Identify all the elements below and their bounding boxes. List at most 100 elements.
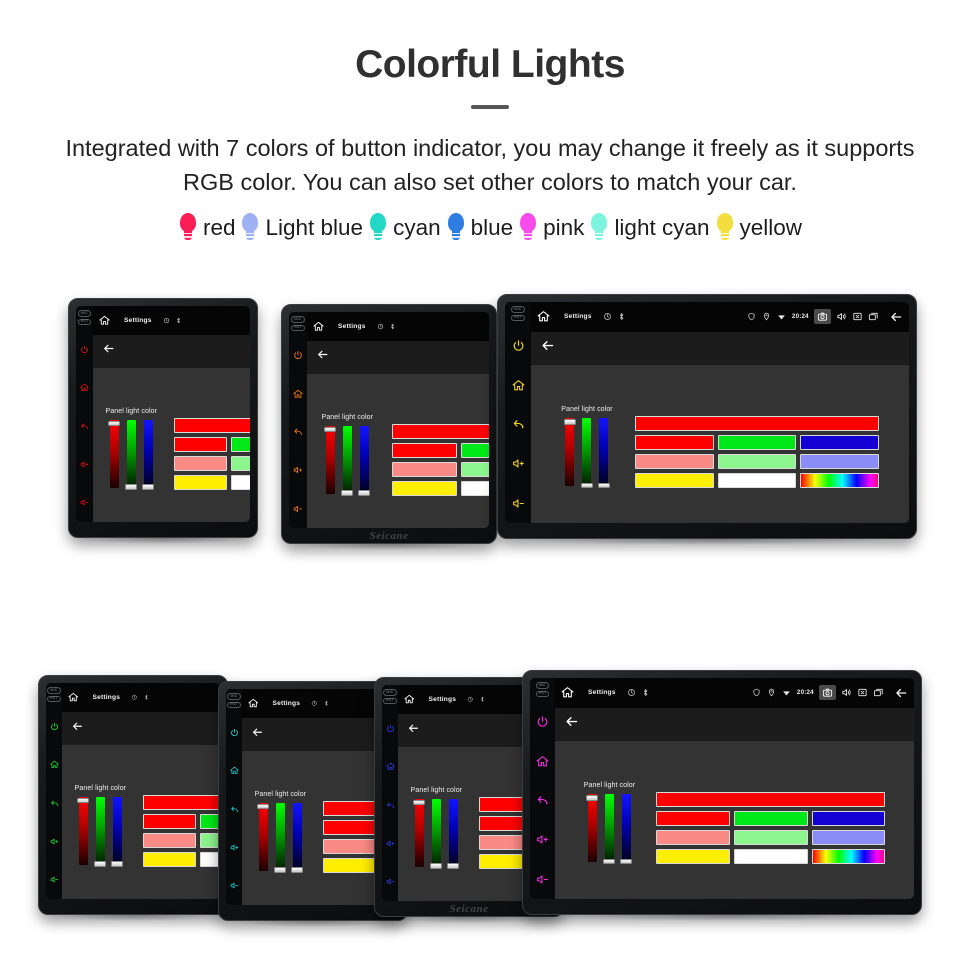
home-icon[interactable] [289,389,307,399]
statusbar-home-icon[interactable] [248,698,259,709]
back-icon[interactable] [226,805,242,814]
swatch-0[interactable] [142,851,197,867]
swatch-2-0[interactable] [656,849,730,865]
back-arrow-icon[interactable] [564,714,579,734]
swatch-0-0[interactable] [656,811,730,827]
volume-up-icon[interactable] [382,839,398,848]
statusbar-home-icon[interactable] [561,686,574,699]
device-green[interactable]: MIC RST Settings Panel light color [38,675,228,921]
slider-thumb-blue[interactable] [447,863,460,869]
recents-icon[interactable] [873,687,884,698]
volume-up-icon[interactable] [46,837,62,846]
volume-down-icon[interactable] [530,873,555,886]
swatch-0-1[interactable] [717,435,797,451]
slider-red[interactable] [108,419,121,488]
volume-down-icon[interactable] [226,881,242,890]
swatch-1[interactable] [460,480,489,496]
swatch-1-2[interactable] [800,454,879,470]
slider-red[interactable] [586,794,599,863]
power-icon[interactable] [46,722,62,731]
slider-thumb-green[interactable] [430,863,443,869]
slider-thumb-red[interactable] [413,799,426,806]
swatch-0[interactable] [173,474,227,490]
slider-thumb-blue[interactable] [142,484,155,490]
volume-down-icon[interactable] [76,498,93,507]
slider-thumb-blue[interactable] [291,867,304,873]
slider-thumb-blue[interactable] [358,490,371,496]
power-icon[interactable] [289,350,307,360]
back-arrow-icon[interactable] [71,719,84,737]
power-icon[interactable] [76,345,93,354]
device-magenta[interactable]: MIC RST Settings 20:24 Panel light color [522,670,922,921]
slider-green[interactable] [274,802,287,873]
slider-thumb-red[interactable] [563,419,576,425]
touchscreen-ui[interactable]: Settings Panel light color [93,306,250,522]
back-arrow-icon[interactable] [251,725,264,743]
back-arrow-icon[interactable] [540,338,555,358]
back-icon[interactable] [46,799,62,808]
swatch-2-0[interactable] [634,473,714,489]
slider-green[interactable] [430,798,443,869]
swatch-0[interactable] [173,436,227,452]
slider-blue[interactable] [358,425,371,496]
swatch-0-2[interactable] [800,435,879,451]
swatch-0-2[interactable] [811,811,886,827]
swatch-2-1[interactable] [733,849,808,865]
swatch-1[interactable] [460,461,489,477]
slider-thumb-green[interactable] [580,482,593,489]
power-icon[interactable] [530,715,555,728]
swatch-1[interactable] [230,436,250,452]
back-icon[interactable] [289,427,307,437]
slider-blue[interactable] [620,794,633,865]
slider-thumb-green[interactable] [94,861,107,867]
slider-red[interactable] [413,798,426,867]
slider-thumb-green[interactable] [603,858,616,865]
statusbar-home-icon[interactable] [99,315,110,326]
swatch-0[interactable] [173,455,227,471]
statusbar-home-icon[interactable] [537,310,550,323]
home-icon[interactable] [505,379,531,392]
swatch-0[interactable] [322,819,377,835]
slider-blue[interactable] [447,798,460,869]
swatch-0[interactable] [142,832,197,848]
device-screen[interactable]: MIC RST Settings 20:24 Panel light color [505,302,909,523]
slider-thumb-blue[interactable] [620,858,633,865]
slider-blue[interactable] [111,796,124,867]
swatch-1-0[interactable] [656,830,730,846]
slider-thumb-green[interactable] [341,490,354,496]
volume-up-icon[interactable] [226,843,242,852]
swatch-0[interactable] [392,480,457,496]
slider-green[interactable] [603,794,616,865]
slider-red[interactable] [324,425,337,494]
swatch-1[interactable] [460,442,489,458]
home-icon[interactable] [226,766,242,775]
home-icon[interactable] [46,760,62,769]
camera-icon-button[interactable] [818,685,836,701]
slider-blue[interactable] [597,418,610,489]
slider-blue[interactable] [142,419,155,490]
volume-up-icon[interactable] [530,833,555,846]
swatch-0-1[interactable] [733,811,808,827]
device-screen[interactable]: MIC RST Settings Panel light color [46,683,220,899]
volume-up-icon[interactable] [289,465,307,475]
slider-thumb-red[interactable] [586,795,599,801]
slider-thumb-green[interactable] [274,867,287,873]
volume-down-icon[interactable] [505,497,531,510]
home-icon[interactable] [382,762,398,771]
slider-green[interactable] [94,796,107,867]
power-icon[interactable] [226,728,242,737]
swatch-1-2[interactable] [811,830,886,846]
statusbar-home-icon[interactable] [313,321,324,332]
statusbar-home-icon[interactable] [68,692,79,703]
volume-up-icon[interactable] [76,460,93,469]
color-preview[interactable] [142,794,220,810]
close-box-icon[interactable] [852,311,863,322]
back-icon[interactable] [505,418,531,431]
color-preview[interactable] [634,416,879,432]
status-back-icon[interactable] [894,686,908,700]
slider-thumb-green[interactable] [125,484,138,490]
device-orange[interactable]: MIC RST Settings Panel light color Seicane [281,304,497,550]
swatch-1-1[interactable] [733,830,808,846]
swatch-0[interactable] [392,442,457,458]
volume-down-icon[interactable] [289,504,307,514]
